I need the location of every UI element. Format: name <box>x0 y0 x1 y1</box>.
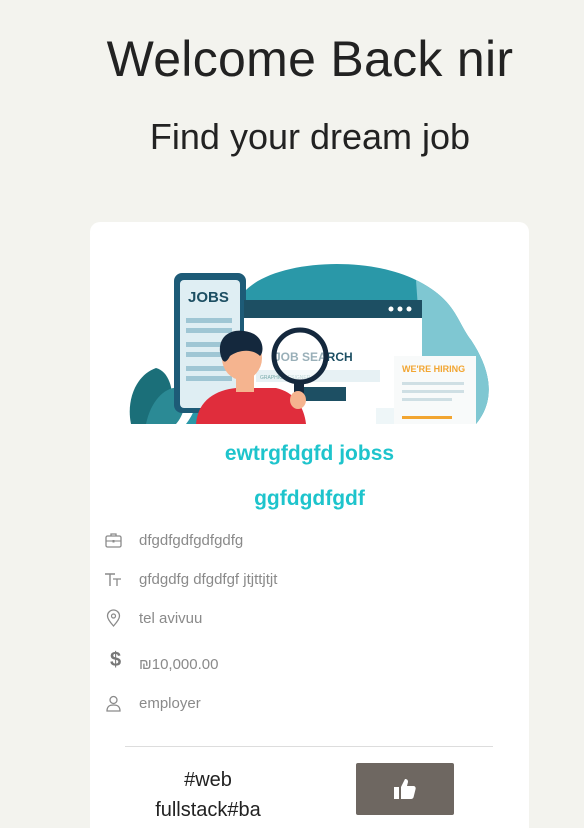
location-pin-icon <box>106 609 121 627</box>
detail-row-poster: employer <box>104 694 504 718</box>
dollar-icon: $ <box>110 649 121 669</box>
tags-line-1: #web <box>184 769 232 791</box>
detail-row-description: dfgdfgdfgdfgdfg <box>104 531 504 555</box>
detail-row-salary: $ ₪10,000.00 <box>104 649 504 679</box>
job-tags: #web fullstack#ba <box>140 765 276 825</box>
tags-line-2: fullstack#ba <box>155 799 261 821</box>
card-divider <box>125 746 493 747</box>
job-title: ewtrgfdgfd jobss <box>224 442 395 465</box>
detail-location: tel avivuu <box>139 610 203 627</box>
company-name: ggfdgdfgdf <box>254 487 365 510</box>
svg-text:$: $ <box>110 649 121 669</box>
user-icon <box>106 695 121 712</box>
hiring-illustration-label: WE'RE HIRING <box>402 364 465 374</box>
page-subtitle: Find your dream job <box>149 116 471 157</box>
detail-row-location: tel avivuu <box>104 609 504 633</box>
like-button[interactable] <box>356 763 454 815</box>
detail-salary: ₪10,000.00 <box>139 656 219 673</box>
detail-row-subtitle: gfdgdfg dfgdfgf jtjttjtjt <box>104 570 504 594</box>
jobs-illustration-label: JOBS <box>188 289 229 306</box>
detail-poster: employer <box>139 695 201 712</box>
thumbs-up-icon <box>394 779 416 799</box>
briefcase-icon <box>105 533 122 548</box>
text-size-icon <box>105 573 121 586</box>
welcome-heading: Welcome Back nir <box>106 31 514 87</box>
detail-subtitle: gfdgdfg dfgdfgf jtjttjtjt <box>139 571 278 588</box>
detail-description: dfgdfgdfgdfgdfg <box>139 532 244 549</box>
job-search-illustration: JOBS JOB SEARCH GRAPHIC DESIGNER WE'RE H… <box>129 263 489 424</box>
